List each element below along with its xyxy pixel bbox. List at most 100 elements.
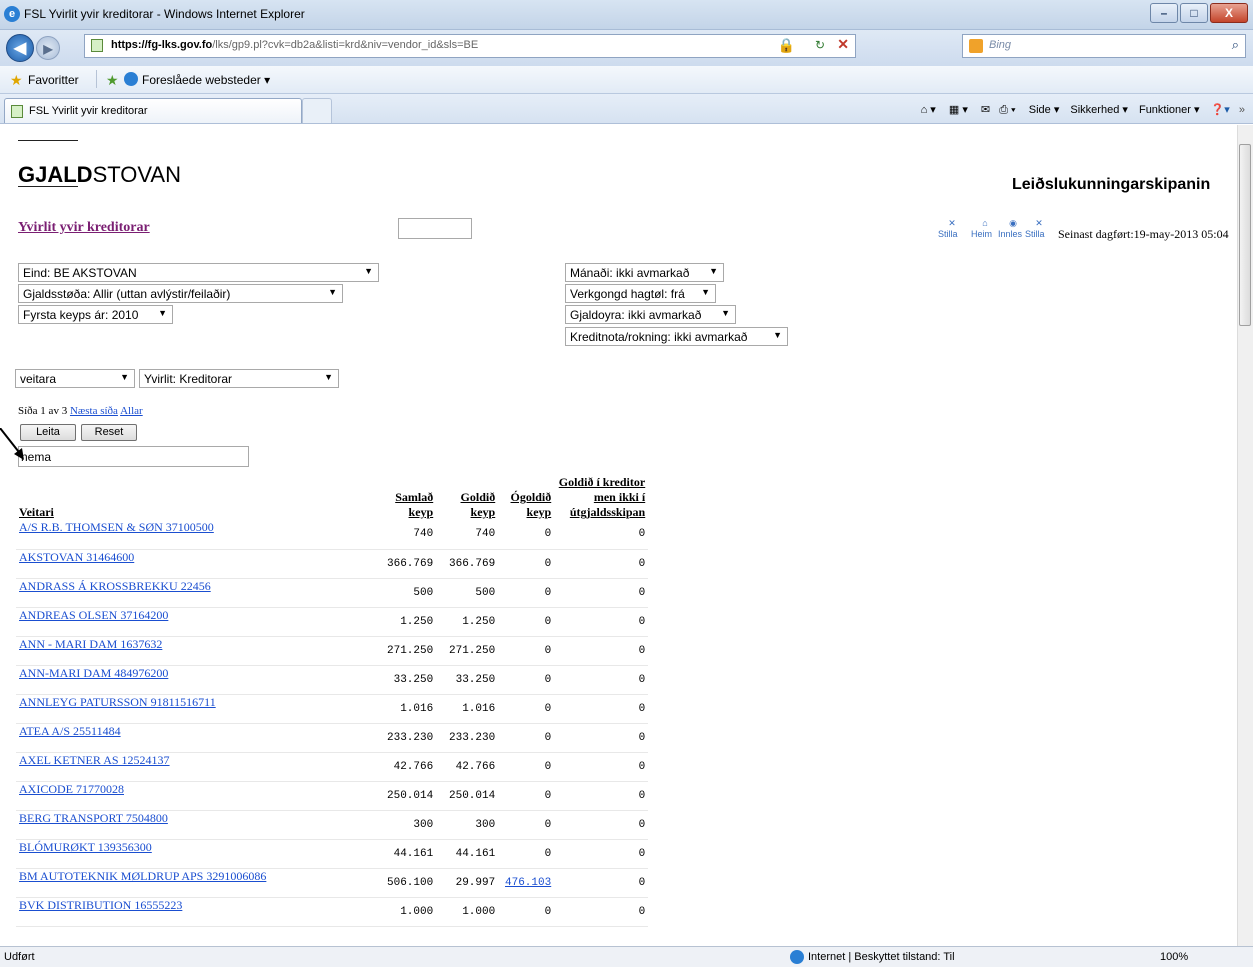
- search-icon[interactable]: ⌕: [1232, 37, 1239, 53]
- vendor-name-link[interactable]: ANN-MARI DAM 484976200: [19, 666, 168, 680]
- close-button[interactable]: X: [1210, 3, 1248, 23]
- year-select[interactable]: Fyrsta keyps ár: 2010 ▼: [18, 305, 173, 324]
- col-header-vendor[interactable]: Veitari: [16, 475, 384, 520]
- unpaid-cell-link[interactable]: 476.103: [505, 877, 551, 889]
- paid-cell: 271.250: [436, 636, 499, 666]
- table-row: A/S R.B. THOMSEN & SØN 37100500 740 740 0 0: [16, 520, 649, 550]
- vendor-name-link[interactable]: BM AUTOTEKNIK MØLDRUP APS 3291006086: [19, 869, 266, 883]
- creditnote-select[interactable]: Kreditnota/rokning: ikki avmarkað ▼: [565, 327, 788, 346]
- stop-icon[interactable]: ✕: [837, 36, 849, 53]
- chevron-down-icon: ▼: [328, 287, 337, 297]
- zoom-level[interactable]: 100%: [1160, 951, 1188, 963]
- forward-button[interactable]: ▶: [36, 36, 60, 60]
- paid-cell: 1.000: [436, 897, 499, 927]
- icon-label-heim[interactable]: Heim: [971, 229, 992, 239]
- paid-cell-value: 366.769: [449, 557, 496, 570]
- vendor-name-link[interactable]: ANNLEYG PATURSSON 91811516711: [19, 695, 216, 709]
- lock-icon: 🔒: [777, 37, 795, 53]
- mail-icon[interactable]: ✉: [981, 104, 990, 116]
- total-cell-value: 1.250: [400, 615, 434, 628]
- print-icon[interactable]: ⎙ ▾: [999, 104, 1015, 116]
- view-select[interactable]: Yvirlit: Kreditorar ▼: [139, 369, 339, 388]
- icon-label-innles[interactable]: Innles: [998, 229, 1022, 239]
- more-chevron-icon[interactable]: »: [1239, 104, 1245, 116]
- total-cell-value: 42.766: [393, 760, 434, 773]
- group-select[interactable]: veitara ▼: [15, 369, 135, 388]
- icon-label-stilla2[interactable]: Stilla: [1025, 229, 1045, 239]
- table-row: ANN - MARI DAM 1637632 271.250 271.250 0 0: [16, 636, 649, 666]
- vendor-name-link[interactable]: AXICODE 71770028: [19, 782, 124, 796]
- back-button[interactable]: ◀: [6, 34, 34, 62]
- security-zone[interactable]: Internet | Beskyttet tilstand: Til: [808, 951, 955, 963]
- status-select[interactable]: Gjaldsstøða: Allir (uttan avlýstir/feila…: [18, 284, 343, 303]
- month-select[interactable]: Mánaði: ikki avmarkað ▼: [565, 263, 724, 282]
- pending-cell: 0: [554, 578, 649, 608]
- vendor-name-link[interactable]: AKSTOVAN 31464600: [19, 550, 134, 564]
- col-header-paid[interactable]: Goldið keyp: [436, 475, 498, 520]
- page-title[interactable]: Yvirlit yvir kreditorar: [18, 220, 150, 236]
- home-icon[interactable]: ⌂ ▾: [921, 104, 936, 116]
- address-bar[interactable]: https://fg-lks.gov.fo/lks/gp9.pl?cvk=db2…: [84, 34, 856, 58]
- favorites-button[interactable]: Favoritter: [28, 73, 79, 87]
- vendor-name: AXICODE 71770028: [16, 781, 384, 811]
- suggested-sites-button[interactable]: Foreslåede websteder ▾: [142, 73, 270, 87]
- vendor-name: ANDREAS OLSEN 37164200: [16, 607, 384, 637]
- reset-button[interactable]: Reset: [81, 424, 137, 441]
- paid-cell: 300: [436, 810, 499, 840]
- unpaid-cell: 0: [498, 897, 555, 927]
- vendor-name-link[interactable]: A/S R.B. THOMSEN & SØN 37100500: [19, 520, 214, 534]
- tab-active[interactable]: FSL Yvirlit yvir kreditorar: [4, 98, 302, 123]
- unpaid-cell-value: 0: [544, 905, 552, 918]
- vendor-name-link[interactable]: BVK DISTRIBUTION 16555223: [19, 898, 182, 912]
- new-tab-button[interactable]: [302, 98, 332, 123]
- pending-cell: 0: [554, 607, 649, 637]
- tab-label: FSL Yvirlit yvir kreditorar: [29, 105, 148, 117]
- refresh-icon[interactable]: ↻: [815, 38, 825, 52]
- help-icon[interactable]: ❓▾: [1211, 104, 1230, 116]
- unpaid-cell-value: 0: [544, 673, 552, 686]
- progress-select[interactable]: Verkgongd hagtøl: frá ▼: [565, 284, 716, 303]
- unpaid-cell-value: 0: [544, 760, 552, 773]
- vendor-name-link[interactable]: ANDRASS Á KROSSBREKKU 22456: [19, 579, 211, 593]
- vendor-name-link[interactable]: AXEL KETNER AS 12524137: [19, 753, 170, 767]
- table-row: BLÓMURØKT 139356300 44.161 44.161 0 0: [16, 839, 649, 869]
- table-header-row: Veitari Samlað keyp Goldið keyp Ógoldið key…: [16, 475, 648, 520]
- ie-page-icon: [124, 72, 138, 86]
- logo-rule-top: [18, 140, 78, 141]
- vendor-name-link[interactable]: BERG TRANSPORT 7504800: [19, 811, 168, 825]
- safety-menu[interactable]: Sikkerhed ▾: [1070, 104, 1128, 116]
- all-pages-link[interactable]: Allar: [120, 405, 143, 417]
- pending-cell: 0: [554, 868, 649, 898]
- vendor-name-link[interactable]: ANN - MARI DAM 1637632: [19, 637, 162, 651]
- table-row: ANNLEYG PATURSSON 91811516711 1.016 1.016 0…: [16, 694, 649, 724]
- page-menu[interactable]: Side ▾: [1029, 104, 1060, 116]
- col-header-unpaid[interactable]: Ógoldið keyp: [498, 475, 554, 520]
- minimize-button[interactable]: –: [1150, 3, 1178, 23]
- currency-select[interactable]: Gjaldoyra: ikki avmarkað ▼: [565, 305, 736, 324]
- vendor-name: ANN-MARI DAM 484976200: [16, 665, 384, 695]
- vendor-filter-input[interactable]: [18, 446, 249, 467]
- unpaid-cell: 0: [498, 665, 555, 695]
- feeds-icon[interactable]: ▦ ▾: [949, 104, 968, 116]
- scrollbar-thumb[interactable]: [1239, 144, 1251, 326]
- add-favorite-icon[interactable]: ★: [106, 72, 119, 89]
- top-input[interactable]: [398, 218, 472, 239]
- ie-logo-icon: e: [4, 6, 20, 22]
- tools-menu[interactable]: Funktioner ▾: [1139, 104, 1200, 116]
- col-header-total[interactable]: Samlað keyp: [384, 475, 436, 520]
- vendor-name-link[interactable]: ATEA A/S 25511484: [19, 724, 121, 738]
- maximize-button[interactable]: □: [1180, 3, 1208, 23]
- vendor-name-link[interactable]: BLÓMURØKT 139356300: [19, 840, 152, 854]
- total-cell-value: 233.230: [387, 731, 434, 744]
- unit-select[interactable]: Eind: BE AKSTOVAN ▼: [18, 263, 379, 282]
- icon-label-stilla[interactable]: Stilla: [938, 229, 958, 239]
- system-title: Leiðslukunningarskipanin: [1012, 176, 1211, 193]
- pending-cell-value: 0: [638, 644, 646, 657]
- total-cell-value: 44.161: [393, 847, 434, 860]
- divider: [96, 70, 97, 88]
- search-box[interactable]: Bing ⌕: [962, 34, 1246, 58]
- vendor-name-link[interactable]: ANDREAS OLSEN 37164200: [19, 608, 168, 622]
- col-header-pending[interactable]: Goldið í kreditor men ikki í útgjaldsskipa…: [554, 475, 648, 520]
- table-row: BM AUTOTEKNIK MØLDRUP APS 3291006086 506.…: [16, 868, 649, 898]
- next-page-link[interactable]: Næsta síða: [70, 405, 118, 417]
